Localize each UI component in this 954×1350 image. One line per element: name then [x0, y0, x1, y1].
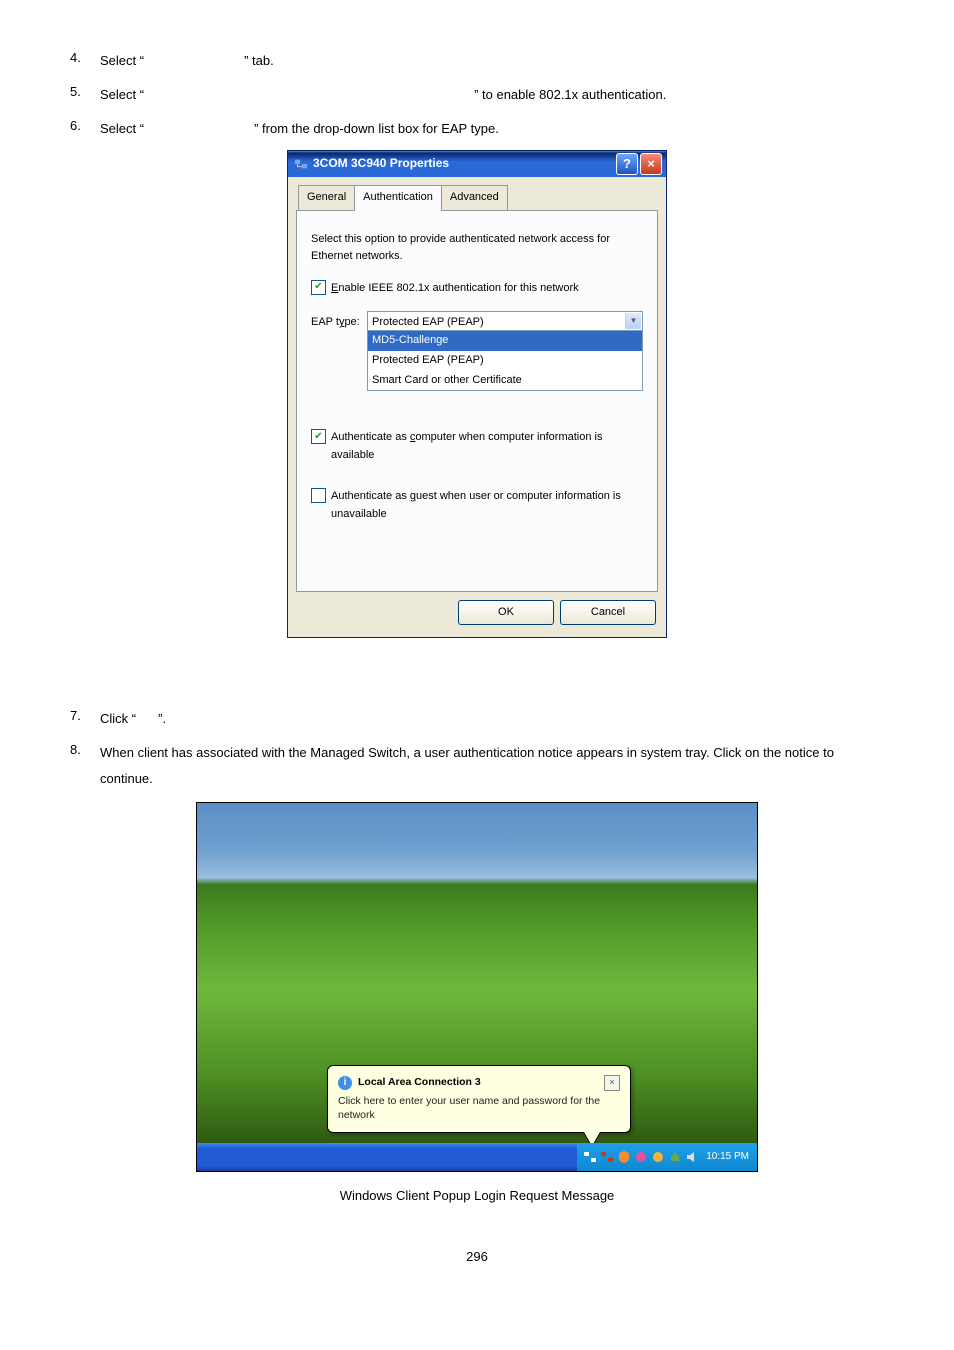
eap-option-smartcard[interactable]: Smart Card or other Certificate [368, 371, 642, 391]
eap-selected: Protected EAP (PEAP) [368, 312, 642, 330]
taskbar: 10:15 PM [197, 1143, 757, 1171]
notification-balloon[interactable]: i Local Area Connection 3 × Click here t… [327, 1065, 631, 1133]
eap-type-label: EAP type: [311, 311, 367, 332]
properties-dialog: 3COM 3C940 Properties ? × General Authen… [287, 150, 667, 638]
close-button[interactable]: × [640, 153, 662, 175]
eap-type-combo[interactable]: Protected EAP (PEAP) ▼ MD5-Challenge Pro… [367, 311, 643, 391]
balloon-title: Local Area Connection 3 [358, 1074, 604, 1091]
figure-caption: Windows Client Popup Login Request Messa… [70, 1186, 884, 1207]
step5-text: Select “” to enable 802.1x authenticatio… [100, 82, 884, 108]
balloon-text: Click here to enter your user name and p… [338, 1095, 620, 1122]
dialog-title: 3COM 3C940 Properties [313, 154, 616, 173]
cancel-button[interactable]: Cancel [560, 600, 656, 626]
tab-advanced[interactable]: Advanced [441, 185, 508, 210]
taskbar-clock[interactable]: 10:15 PM [706, 1149, 749, 1165]
auth-as-guest-label: Authenticate as guest when user or compu… [331, 488, 643, 523]
checkbox-icon[interactable]: ✔ [311, 429, 326, 444]
step7-text: Click “”. [100, 706, 884, 732]
titlebar: 3COM 3C940 Properties ? × [288, 151, 666, 177]
tray-network2-icon[interactable] [600, 1150, 614, 1164]
auth-as-computer-label: Authenticate as computer when computer i… [331, 429, 643, 464]
auth-as-guest-row[interactable]: Authenticate as guest when user or compu… [311, 488, 643, 523]
step6-text: Select “” from the drop-down list box fo… [100, 116, 884, 142]
info-icon: i [338, 1076, 352, 1090]
tray-network-icon[interactable] [583, 1150, 597, 1164]
system-tray: 10:15 PM [577, 1143, 757, 1171]
balloon-close-button[interactable]: × [604, 1075, 620, 1091]
desktop-screenshot: i Local Area Connection 3 × Click here t… [196, 802, 758, 1172]
tab-authentication[interactable]: Authentication [354, 185, 442, 211]
checkbox-icon[interactable] [311, 488, 326, 503]
step7-num: 7. [70, 706, 100, 732]
tray-volume-icon[interactable] [685, 1150, 699, 1164]
tray-remove-icon[interactable] [668, 1150, 682, 1164]
tabs: General Authentication Advanced [288, 177, 666, 210]
page-number: 296 [70, 1247, 884, 1268]
intro-text: Select this option to provide authentica… [311, 231, 643, 266]
tray-app2-icon[interactable] [651, 1150, 665, 1164]
eap-option-peap[interactable]: Protected EAP (PEAP) [368, 351, 642, 371]
step4-num: 4. [70, 48, 100, 74]
auth-as-computer-row[interactable]: ✔ Authenticate as computer when computer… [311, 429, 643, 464]
network-icon [294, 157, 308, 171]
tab-general[interactable]: General [298, 185, 355, 210]
help-button[interactable]: ? [616, 153, 638, 175]
enable-8021x-label: EEnable IEEE 802.1x authentication for t… [331, 280, 579, 298]
desktop-wallpaper: i Local Area Connection 3 × Click here t… [197, 803, 757, 1143]
checkbox-icon[interactable]: ✔ [311, 280, 326, 295]
step8-text: When client has associated with the Mana… [100, 740, 884, 792]
chevron-down-icon[interactable]: ▼ [625, 313, 641, 329]
tray-app1-icon[interactable] [634, 1150, 648, 1164]
tab-content: Select this option to provide authentica… [296, 210, 658, 592]
step6-num: 6. [70, 116, 100, 142]
ok-button[interactable]: OK [458, 600, 554, 626]
eap-option-md5[interactable]: MD5-Challenge [368, 331, 642, 351]
step8-num: 8. [70, 740, 100, 792]
step4-text: Select “” tab. [100, 48, 884, 74]
enable-8021x-row[interactable]: ✔ EEnable IEEE 802.1x authentication for… [311, 280, 643, 298]
step5-num: 5. [70, 82, 100, 108]
tray-shield-icon[interactable] [617, 1150, 631, 1164]
eap-dropdown-list: MD5-Challenge Protected EAP (PEAP) Smart… [368, 330, 642, 390]
